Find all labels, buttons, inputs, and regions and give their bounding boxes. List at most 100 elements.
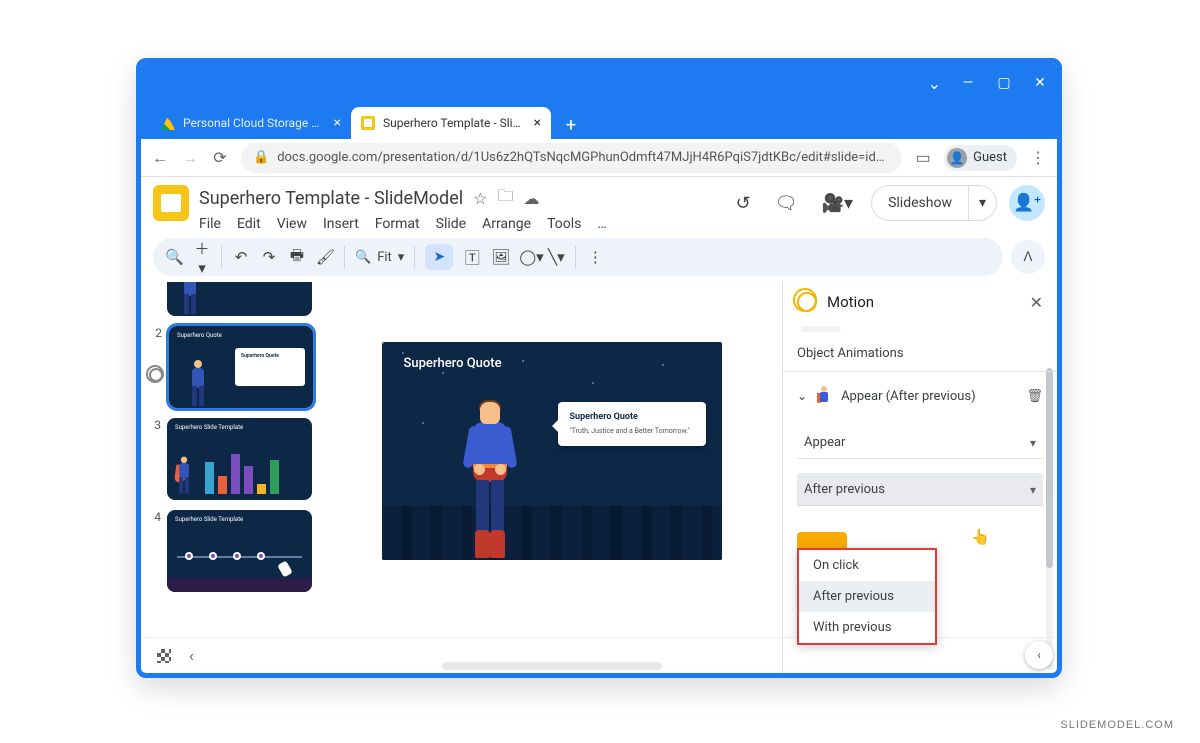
superhero-graphic[interactable] [454,400,526,560]
speech-bubble[interactable]: Superhero Quote "Truth, Justice and a Be… [558,402,706,446]
slides-favicon-icon [361,116,375,130]
prev-slide-icon[interactable]: ‹ [189,646,194,665]
lock-icon: 🔒 [253,150,269,165]
motion-icon [797,292,817,312]
window-minimize-icon[interactable]: ― [959,75,977,91]
comments-icon[interactable]: 🗨 [769,187,804,220]
app-header: Superhero Template - SlideModel ☆ 🗀 ☁ Fi… [141,177,1057,232]
thumb-number: 4 [149,510,161,592]
profile-label: Guest [973,150,1007,165]
collapse-toolbar-icon[interactable]: ᐱ [1011,240,1045,274]
trigger-value: After previous [804,482,885,497]
browser-tab-drive[interactable]: Personal Cloud Storage & File Sh × [151,107,351,139]
slide-thumbnails: 2 Superhero Quote Superhero Quote 3 Supe… [141,282,321,678]
menu-more[interactable]: … [597,216,606,232]
browser-menu-icon[interactable]: ⋮ [1029,148,1047,167]
slideshow-label: Slideshow [872,195,968,211]
document-title[interactable]: Superhero Template - SlideModel [199,188,463,209]
shape-icon[interactable]: ◯▾ [519,248,537,266]
textbox-icon[interactable]: 🅃 [463,247,481,268]
animation-label: Appear (After previous) [841,389,976,404]
nav-back-icon[interactable]: ← [151,148,169,168]
option-on-click[interactable]: On click [799,550,935,581]
thumb-title: Superhero Quote [177,332,222,339]
toolbar-row: 🔍 ＋▾ ↶ ↷ 🖶 🖌 🔍 Fit ▾ ➤ 🅃 🖼 ◯▾ ╲▾ ⋮ ᐱ [141,232,1057,282]
new-slide-icon[interactable]: ＋▾ [193,238,211,277]
animation-item[interactable]: ⌄ Appear (After previous) 🗑 [797,380,1043,412]
slide-thumbnail-1[interactable] [167,282,312,316]
menu-arrange[interactable]: Arrange [482,216,531,232]
thumb-number: 2 [150,326,162,340]
slideshow-button[interactable]: Slideshow ▾ [871,185,997,221]
slide-thumbnail-4[interactable]: Superhero Slide Template [167,510,312,592]
option-with-previous[interactable]: With previous [799,612,935,643]
reader-mode-icon[interactable]: ▭ [914,148,932,167]
window-maximize-icon[interactable]: ▢ [995,75,1013,91]
thumb-number [149,282,161,316]
url-text: docs.google.com/presentation/d/1Us6z2hQT… [277,150,884,165]
browser-tab-slides[interactable]: Superhero Template - SlideModel × [351,107,551,139]
grid-view-icon[interactable] [157,649,171,663]
option-after-previous[interactable]: After previous [799,581,935,612]
delete-animation-icon[interactable]: 🗑 [1026,389,1043,404]
slide-thumbnail-3[interactable]: Superhero Slide Template [167,418,312,500]
menu-slide[interactable]: Slide [436,216,466,232]
line-icon[interactable]: ╲▾ [547,248,565,266]
slide-title: Superhero Quote [404,356,502,371]
slideshow-dropdown-icon[interactable]: ▾ [968,186,996,220]
print-icon[interactable]: 🖶 [288,245,306,270]
menu-file[interactable]: File [199,216,221,232]
window-titlebar: ⌄ ― ▢ ✕ [141,63,1057,103]
nav-forward-icon[interactable]: → [181,148,199,168]
section-heading: Object Animations [797,346,1043,361]
bubble-body: "Truth, Justice and a Better Tomorrow." [570,427,694,436]
tab-label: Personal Cloud Storage & File Sh [183,116,326,130]
chevron-down-icon[interactable]: ⌄ [797,389,807,403]
slides-logo-icon[interactable] [153,185,189,221]
close-panel-icon[interactable]: ✕ [1030,293,1043,312]
slide-canvas-area[interactable]: Superhero Quote Superhero Quote "Truth, … [321,282,782,678]
meet-icon[interactable]: 🎥▾ [816,187,859,220]
cloud-status-icon[interactable]: ☁ [524,189,540,208]
undo-icon[interactable]: ↶ [232,248,250,266]
person-add-icon: 👤⁺ [1013,193,1041,213]
new-tab-button[interactable]: + [557,111,585,139]
browser-window: ⌄ ― ▢ ✕ Personal Cloud Storage & File Sh… [136,58,1062,678]
profile-chip[interactable]: 👤 Guest [944,145,1017,171]
chevron-down-icon: ▾ [1030,483,1036,497]
tab-label: Superhero Template - SlideModel [383,116,526,130]
history-icon[interactable]: ↺ [730,187,757,220]
search-icon[interactable]: 🔍 [165,248,183,266]
tab-close-icon[interactable]: × [534,115,541,131]
bubble-title: Superhero Quote [570,412,694,422]
menu-bar: File Edit View Insert Format Slide Arran… [199,216,720,232]
menu-view[interactable]: View [277,216,307,232]
thumb-title: Superhero Slide Template [175,516,243,523]
menu-edit[interactable]: Edit [237,216,261,232]
redo-icon[interactable]: ↷ [260,248,278,266]
drive-favicon-icon [161,116,175,130]
menu-format[interactable]: Format [375,216,420,232]
trigger-dropdown-menu: On click After previous With previous [797,548,937,645]
tab-close-icon[interactable]: × [334,115,341,131]
effect-dropdown[interactable]: Appear ▾ [797,426,1043,459]
window-dropdown-icon[interactable]: ⌄ [928,74,941,93]
paint-format-icon[interactable]: 🖌 [316,248,334,266]
slide-thumbnail-2[interactable]: Superhero Quote Superhero Quote [169,326,313,408]
more-tools-icon[interactable]: ⋮ [586,248,604,266]
slide-canvas[interactable]: Superhero Quote Superhero Quote "Truth, … [382,342,722,560]
nav-reload-icon[interactable]: ⟳ [211,148,229,167]
zoom-control[interactable]: 🔍 Fit ▾ [355,250,404,265]
expand-sidebar-icon[interactable]: ‹ [1025,641,1053,669]
menu-tools[interactable]: Tools [547,216,581,232]
star-icon[interactable]: ☆ [473,189,487,208]
omnibox[interactable]: 🔒 docs.google.com/presentation/d/1Us6z2h… [241,143,902,173]
move-folder-icon[interactable]: 🗀 [497,185,513,212]
menu-insert[interactable]: Insert [323,216,359,232]
window-close-icon[interactable]: ✕ [1031,75,1049,91]
image-icon[interactable]: 🖼 [491,248,509,266]
thumb-title: Superhero Slide Template [175,424,243,431]
trigger-dropdown[interactable]: After previous ▾ [797,473,1043,506]
select-tool-icon[interactable]: ➤ [425,244,453,270]
share-button[interactable]: 👤⁺ [1009,185,1045,221]
